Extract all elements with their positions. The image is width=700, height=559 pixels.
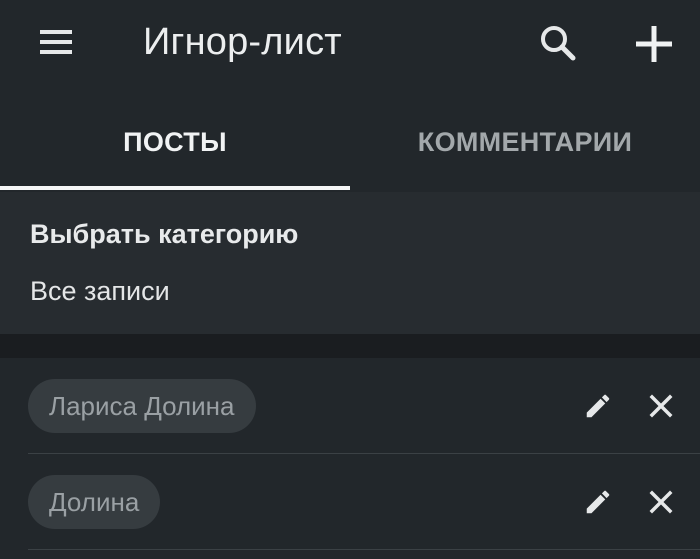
ignore-list-screen: Игнор-лист ПОСТЫ КОММЕНТАРИИ Выбрать кат… <box>0 0 700 559</box>
add-button[interactable] <box>626 16 682 72</box>
row-divider <box>28 549 700 550</box>
menu-button[interactable] <box>26 20 86 64</box>
ignored-name-chip: Долина <box>28 475 161 529</box>
search-icon <box>541 26 576 61</box>
edit-button[interactable] <box>576 480 620 524</box>
list-item: Долина <box>0 454 700 550</box>
search-button[interactable] <box>530 18 586 68</box>
page-title: Игнор-лист <box>143 21 342 63</box>
menu-icon <box>40 30 72 54</box>
list-item: Лариса Долина <box>0 358 700 454</box>
edit-button[interactable] <box>576 384 620 428</box>
category-selector[interactable]: Выбрать категорию Все записи <box>0 192 700 334</box>
ignored-name-chip: Лариса Долина <box>28 379 256 433</box>
tab-posts[interactable]: ПОСТЫ <box>0 92 350 192</box>
pencil-icon <box>586 394 610 418</box>
tab-bar: ПОСТЫ КОММЕНТАРИИ <box>0 92 700 192</box>
plus-icon <box>636 26 672 62</box>
delete-button[interactable] <box>639 384 683 428</box>
category-label: Выбрать категорию <box>30 219 299 249</box>
close-icon <box>649 490 673 514</box>
selected-tab-indicator <box>0 186 350 190</box>
close-icon <box>649 394 673 418</box>
section-divider <box>0 334 700 358</box>
delete-button[interactable] <box>639 480 683 524</box>
pencil-icon <box>586 490 610 514</box>
ignore-list: Лариса Долина Долина <box>0 358 700 559</box>
category-value[interactable]: Все записи <box>30 276 170 307</box>
tab-comments[interactable]: КОММЕНТАРИИ <box>350 92 700 192</box>
app-bar: Игнор-лист <box>0 0 700 92</box>
